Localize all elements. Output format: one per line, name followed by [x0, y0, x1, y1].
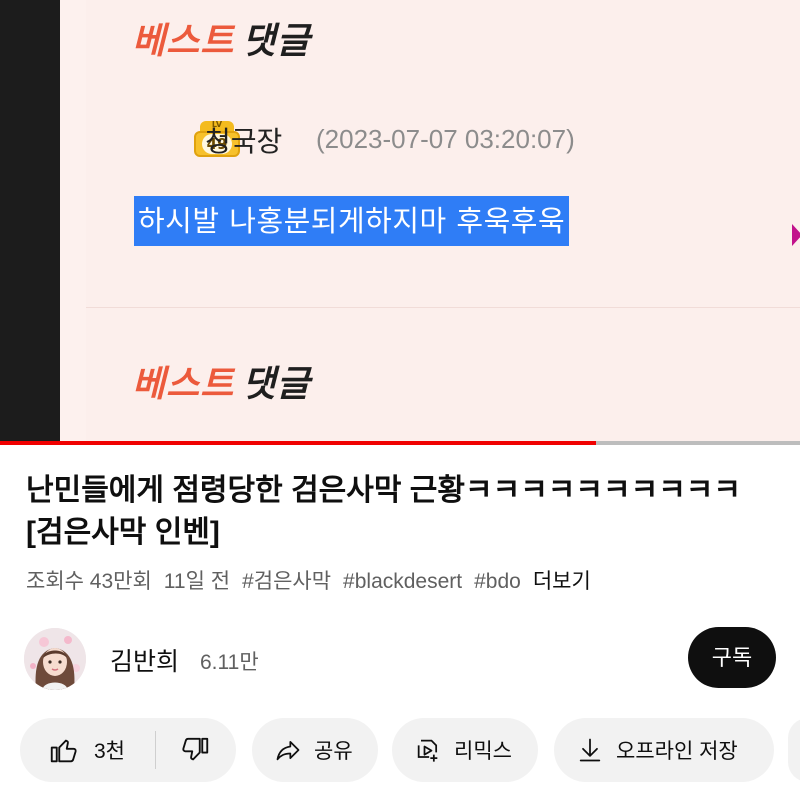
side-arrow-icon — [792, 224, 800, 246]
best-label-text-2: 베스트 — [132, 364, 235, 405]
hashtag[interactable]: #blackdesert — [343, 570, 462, 593]
remix-button[interactable]: 리믹스 — [392, 718, 538, 782]
subscriber-count: 6.11만 — [200, 651, 259, 674]
share-label: 공유 — [314, 740, 353, 763]
remix-icon — [417, 739, 438, 762]
avatar-photo-icon — [24, 628, 86, 690]
offline-label: 오프라인 저장 — [616, 740, 738, 763]
best-label-text: 베스트 — [132, 21, 235, 62]
comment-date: (2023-07-07 03:20:07) — [316, 124, 575, 154]
thumbs-up-icon — [50, 739, 77, 763]
share-arrow-icon — [276, 740, 300, 761]
best-comment-label: 베스트 댓글 — [132, 12, 311, 64]
channel-name[interactable]: 김반희 — [110, 642, 179, 678]
comment-author: 청국장 — [205, 125, 283, 158]
reply-label-text-2: 댓글 — [242, 364, 311, 405]
dislike-button[interactable] — [156, 718, 236, 782]
video-player[interactable]: 베스트 댓글 LV 49 베스트 댓글 청국장 (2023-07-07 03:20:… — [0, 0, 800, 445]
share-button[interactable]: 공유 — [252, 718, 378, 782]
offline-save-button[interactable]: 오프라인 저장 — [554, 718, 774, 782]
like-count: 3천 — [94, 740, 125, 763]
video-title[interactable]: 난민들에게 점령당한 검은사막 근황ㅋㅋㅋㅋㅋㅋㅋㅋㅋㅋ[검은사막 인벤] — [26, 470, 778, 554]
view-count: 조회수 43만회 — [26, 570, 152, 593]
progress-bar[interactable] — [0, 441, 800, 445]
upload-age: 11일 전 — [163, 570, 231, 593]
more-actions-chip[interactable] — [788, 718, 800, 782]
hashtag[interactable]: #bdo — [474, 570, 521, 593]
download-icon — [579, 738, 601, 762]
progress-fill — [0, 441, 596, 445]
subscribe-button[interactable]: 구독 — [688, 627, 776, 688]
reply-label-text: 댓글 — [242, 21, 311, 62]
video-meta[interactable]: 조회수 43만회 11일 전 #검은사막 #blackdesert #bdo 더보기 — [26, 565, 786, 595]
remix-label: 리믹스 — [454, 740, 512, 763]
more-link[interactable]: 더보기 — [533, 570, 591, 593]
best-comment-label-2: 베스트 댓글 — [132, 355, 311, 407]
thumbs-down-icon — [182, 737, 209, 761]
channel-avatar[interactable] — [24, 628, 86, 690]
hashtag[interactable]: #검은사막 — [242, 570, 331, 593]
like-button[interactable]: 3천 — [20, 718, 155, 782]
comment-text-highlighted: 하시발 나홍분되게하지마 후욱후욱 — [134, 196, 570, 246]
comment-divider — [86, 307, 800, 308]
like-dislike-chip: 3천 — [20, 718, 236, 782]
